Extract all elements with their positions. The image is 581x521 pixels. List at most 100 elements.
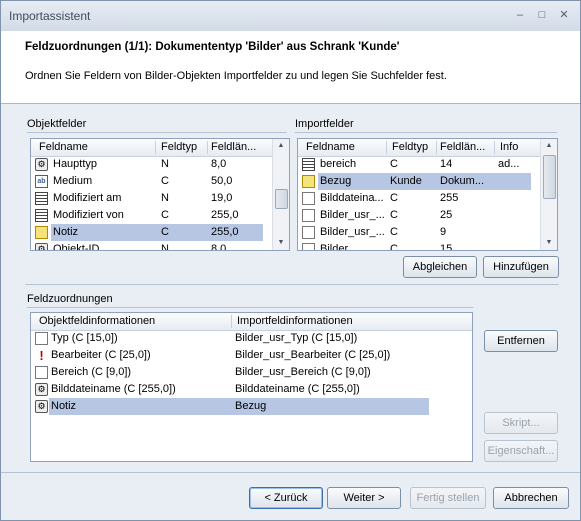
column-header[interactable]: Feldname — [39, 141, 139, 153]
list-item[interactable]: ⚙ Bilddateiname (C [255,0]) Bilddateinam… — [31, 381, 472, 398]
close-icon[interactable]: ✕ — [557, 9, 571, 21]
list-item-selected[interactable]: ⚙ Notiz Bezug — [31, 398, 472, 415]
list-item[interactable]: ab Medium C 50,0 — [31, 173, 289, 190]
list-item[interactable]: Modifiziert am N 19,0 — [31, 190, 289, 207]
list-item[interactable]: Typ (C [15,0]) Bilder_usr_Typ (C [15,0]) — [31, 330, 472, 347]
text-field-icon: ab — [35, 175, 48, 188]
checkbox-icon[interactable] — [35, 366, 48, 379]
note-icon — [302, 175, 315, 188]
list-header: Feldname Feldtyp Feldlän... Info — [298, 139, 557, 157]
scroll-down-icon[interactable]: ▼ — [541, 236, 557, 250]
list-item[interactable]: Bilder_... C 15 — [298, 241, 557, 251]
eigenschaft-button[interactable]: Eigenschaft... — [484, 440, 558, 462]
hinzufuegen-button[interactable]: Hinzufügen — [483, 256, 559, 278]
field-name: Bilder_usr_... — [320, 226, 384, 238]
field-name: bereich — [320, 158, 357, 170]
entfernen-button[interactable]: Entfernen — [484, 330, 558, 352]
field-name: Bilddateina... — [320, 192, 384, 204]
scroll-thumb[interactable] — [275, 189, 288, 209]
objektfelder-list[interactable]: Feldname Feldtyp Feldlän... ⚙ Haupttyp N… — [30, 138, 290, 251]
gear-icon: ⚙ — [35, 158, 48, 171]
list-item[interactable]: Bilder_usr_... C 9 — [298, 224, 557, 241]
field-type: N — [161, 192, 169, 204]
importfelder-separator — [295, 132, 557, 133]
wizard-header: Feldzuordnungen (1/1): Dokumententyp 'Bi… — [1, 31, 580, 104]
field-length: 255,0 — [211, 209, 239, 221]
feldzuordnungen-list[interactable]: Objektfeldinformationen Importfeldinform… — [30, 312, 473, 462]
column-header[interactable]: Feldtyp — [161, 141, 205, 153]
scroll-thumb[interactable] — [543, 155, 556, 199]
column-header[interactable]: Feldlän... — [211, 141, 269, 153]
import-assistant-window: Importassistent – □ ✕ Feldzuordnungen (1… — [0, 0, 581, 521]
importfelder-scrollbar[interactable]: ▲ ▼ — [540, 139, 557, 250]
column-header[interactable]: Info — [500, 141, 536, 153]
field-name: Notiz — [53, 226, 79, 238]
field-name: Bilder_usr_... — [320, 209, 384, 221]
back-button[interactable]: < Zurück — [249, 487, 323, 509]
gear-icon: ⚙ — [35, 243, 48, 250]
list-header: Feldname Feldtyp Feldlän... — [31, 139, 289, 157]
field-name: Objekt-ID — [53, 243, 100, 251]
field-length: 50,0 — [211, 175, 233, 187]
checkbox-icon[interactable] — [35, 332, 48, 345]
list-item-selected[interactable]: Bezug Kunde Dokum... — [298, 173, 557, 190]
list-header: Objektfeldinformationen Importfeldinform… — [31, 313, 472, 331]
cancel-button[interactable]: Abbrechen — [493, 487, 569, 509]
list-field-icon — [302, 158, 315, 171]
list-item-selected[interactable]: Notiz C 255,0 — [31, 224, 289, 241]
list-item[interactable]: Bilddateina... C 255 — [298, 190, 557, 207]
field-length: 8,0 — [211, 158, 227, 170]
page-subtitle: Ordnen Sie Feldern von Bilder-Objekten I… — [25, 70, 447, 82]
field-length: 255,0 — [211, 226, 239, 238]
objektfelder-label: Objektfelder — [27, 118, 87, 130]
checkbox-icon[interactable] — [302, 209, 315, 222]
field-length: 14 — [440, 158, 453, 170]
column-header[interactable]: Feldlän... — [440, 141, 492, 153]
finish-button[interactable]: Fertig stellen — [410, 487, 486, 509]
field-name: Bezug — [320, 175, 352, 187]
list-item[interactable]: Bereich (C [9,0]) Bilder_usr_Bereich (C … — [31, 364, 472, 381]
note-icon — [35, 226, 48, 239]
object-field-info: Bearbeiter (C [25,0]) — [51, 349, 151, 361]
checkbox-icon[interactable] — [302, 243, 315, 250]
field-type: C — [390, 209, 398, 221]
field-type: C — [161, 226, 169, 238]
field-length: 8,0 — [211, 243, 227, 251]
list-item[interactable]: Bilder_usr_... C 25 — [298, 207, 557, 224]
objektfelder-scrollbar[interactable]: ▲ ▼ — [272, 139, 289, 250]
list-field-icon — [35, 192, 48, 205]
importfelder-list[interactable]: Feldname Feldtyp Feldlän... Info bereich… — [297, 138, 558, 251]
maximize-icon[interactable]: □ — [535, 9, 549, 21]
list-item[interactable]: Modifiziert von C 255,0 — [31, 207, 289, 224]
scroll-up-icon[interactable]: ▲ — [273, 139, 289, 153]
page-title: Feldzuordnungen (1/1): Dokumententyp 'Bi… — [25, 41, 400, 53]
object-field-info: Bilddateiname (C [255,0]) — [51, 383, 176, 395]
required-icon: ! — [39, 349, 44, 362]
column-header[interactable]: Objektfeldinformationen — [39, 315, 229, 327]
field-type: C — [390, 243, 398, 251]
field-type: Kunde — [390, 175, 422, 187]
list-item[interactable]: ! Bearbeiter (C [25,0]) Bilder_usr_Bearb… — [31, 347, 472, 364]
checkbox-icon[interactable] — [302, 226, 315, 239]
column-header[interactable]: Feldtyp — [392, 141, 432, 153]
section-separator — [25, 284, 559, 285]
abgleichen-button[interactable]: Abgleichen — [403, 256, 477, 278]
scroll-down-icon[interactable]: ▼ — [273, 236, 289, 250]
list-item[interactable]: ⚙ Haupttyp N 8,0 — [31, 156, 289, 173]
next-button[interactable]: Weiter > — [327, 487, 401, 509]
field-length: 9 — [440, 226, 447, 238]
field-length: 15 — [440, 243, 453, 251]
minimize-icon[interactable]: – — [513, 9, 527, 21]
column-header[interactable]: Importfeldinformationen — [237, 315, 457, 327]
checkbox-icon[interactable] — [302, 192, 315, 205]
object-field-info: Notiz — [51, 400, 77, 412]
list-item[interactable]: bereich C 14 ad... — [298, 156, 557, 173]
scroll-up-icon[interactable]: ▲ — [541, 139, 557, 153]
title-bar: Importassistent – □ ✕ — [1, 1, 580, 31]
field-type: C — [161, 209, 169, 221]
column-header[interactable]: Feldname — [306, 141, 380, 153]
feldzuordnungen-label: Feldzuordnungen — [27, 293, 113, 305]
import-field-info: Bilder_usr_Bearbeiter (C [25,0]) — [235, 349, 391, 361]
list-item[interactable]: ⚙ Objekt-ID N 8,0 — [31, 241, 289, 251]
skript-button[interactable]: Skript... — [484, 412, 558, 434]
